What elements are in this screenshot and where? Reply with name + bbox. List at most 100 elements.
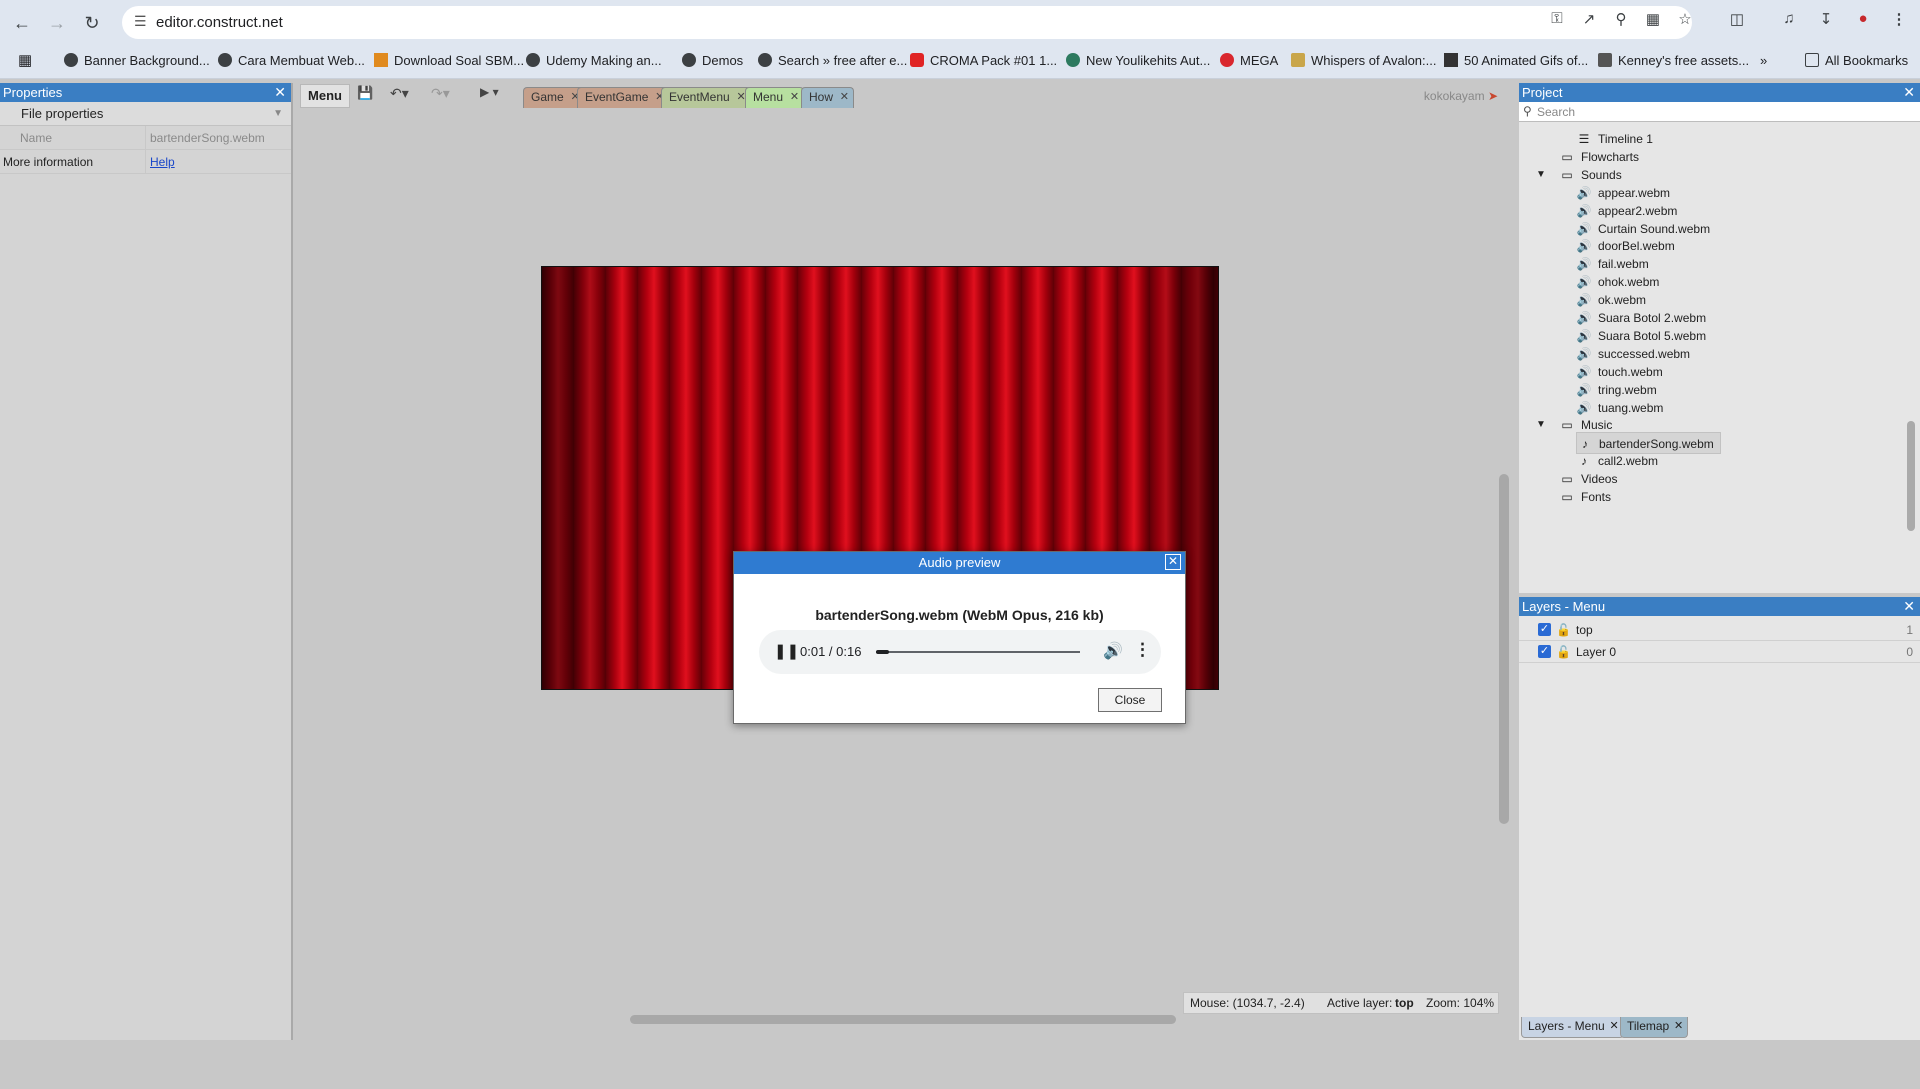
tab-eventmenu[interactable]: EventMenu ✕ [661, 87, 751, 108]
construct-editor: Properties ✕ File properties ▼ Name bart… [0, 79, 1920, 1040]
close-button[interactable]: Close [1098, 688, 1162, 712]
tree-item-label: appear.webm [1598, 185, 1671, 200]
more-bookmarks-button[interactable]: » [1760, 53, 1767, 68]
folder-icon [1805, 53, 1819, 67]
back-icon[interactable]: ← [10, 11, 34, 35]
bookmark-item[interactable]: MEGA [1220, 53, 1278, 68]
tab-menu[interactable]: Menu ✕ [745, 87, 805, 108]
tab-layers-menu[interactable]: Layers - Menu ✕ [1521, 1017, 1624, 1038]
download-icon[interactable]: ↧ [1815, 10, 1837, 28]
close-icon[interactable]: ✕ [790, 88, 799, 107]
bookmark-item[interactable]: Banner Background... [64, 53, 210, 68]
tree-item-label: touch.webm [1598, 364, 1663, 379]
forward-icon[interactable]: → [45, 11, 69, 35]
canvas-vertical-scrollbar[interactable] [1497, 189, 1511, 1089]
user-account[interactable]: kokokayam ➤ [1424, 89, 1498, 103]
visibility-checkbox[interactable]: ✓ [1538, 645, 1551, 658]
expand-arrow-icon[interactable]: ▼ [1536, 164, 1546, 186]
bookmark-item[interactable]: Cara Membuat Web... [218, 53, 365, 68]
youtube-icon [910, 53, 924, 67]
media-control-icon[interactable]: ♫ [1778, 10, 1800, 27]
close-icon[interactable]: ✕ [1903, 597, 1915, 616]
lock-icon[interactable]: 🔓 [1556, 641, 1571, 663]
active-layer-value: top [1395, 996, 1414, 1010]
undo-icon[interactable]: ↶▾ [390, 85, 409, 102]
bookmark-item[interactable]: Kenney's free assets... [1598, 53, 1749, 68]
help-link[interactable]: Help [150, 155, 175, 169]
project-tree-item[interactable]: ▭ Fonts [1559, 486, 1611, 508]
project-scrollbar[interactable] [1907, 131, 1917, 579]
browser-menu-icon[interactable]: ⋮ [1888, 10, 1910, 28]
reload-icon[interactable]: ↻ [80, 11, 104, 35]
tree-item-label: Sounds [1581, 167, 1622, 182]
close-icon[interactable]: ✕ [1674, 1017, 1683, 1036]
save-icon[interactable]: 💾 [357, 85, 373, 101]
tab-tilemap[interactable]: Tilemap ✕ [1620, 1017, 1689, 1038]
layers-panel: Layers - Menu ✕ ✓ 🔓 top 1 ✓ 🔓 Layer 0 0 [1519, 597, 1920, 1040]
seek-bar[interactable] [876, 650, 1080, 654]
bookmark-item[interactable]: Download Soal SBM... [374, 53, 524, 68]
bookmark-item[interactable]: Search » free after e... [758, 53, 907, 68]
more-options-icon[interactable]: ⋮ [1134, 640, 1151, 660]
bookmark-star-icon[interactable]: ☆ [1674, 10, 1696, 28]
playback-time: 0:01 / 0:16 [800, 644, 862, 659]
close-icon[interactable]: ✕ [1165, 554, 1181, 570]
bookmark-item[interactable]: Whispers of Avalon:... [1291, 53, 1437, 68]
site-info-icon[interactable]: ☰ [134, 13, 147, 30]
profile-avatar-icon[interactable]: ● [1852, 10, 1874, 27]
bookmark-item[interactable]: 50 Animated Gifs of... [1444, 53, 1588, 68]
extensions-icon[interactable]: ◫ [1726, 10, 1748, 28]
leaf-icon [1066, 53, 1080, 67]
audio-preview-dialog: Audio preview ✕ bartenderSong.webm (WebM… [733, 551, 1186, 724]
project-search[interactable]: ⚲ Search [1519, 102, 1920, 122]
kenney-icon [1598, 53, 1612, 67]
tab-how[interactable]: How ✕ [801, 87, 855, 108]
volume-icon[interactable]: 🔊 [1103, 641, 1123, 661]
pause-icon[interactable]: ❚❚ [774, 642, 799, 660]
preview-play-icon[interactable]: ▶ ▾ [480, 85, 499, 99]
scroll-thumb[interactable] [1499, 474, 1509, 824]
close-icon[interactable]: ✕ [1903, 83, 1915, 102]
file-properties-section[interactable]: File properties ▼ [0, 102, 291, 126]
tree-item-label: doorBel.webm [1598, 239, 1675, 254]
layer-row-layer0[interactable]: ✓ 🔓 Layer 0 0 [1519, 641, 1920, 663]
close-icon[interactable]: ✕ [274, 83, 286, 102]
folder-icon: ▭ [1561, 490, 1573, 504]
all-bookmarks-button[interactable]: All Bookmarks [1805, 53, 1908, 68]
tab-eventgame[interactable]: EventGame ✕ [577, 87, 670, 108]
main-menu-button[interactable]: Menu [300, 84, 350, 108]
tree-item-label: Curtain Sound.webm [1598, 221, 1711, 236]
bookmark-item[interactable]: New Youlikehits Aut... [1066, 53, 1210, 68]
collapse-arrow-icon[interactable]: ▼ [273, 102, 283, 126]
canvas-horizontal-scrollbar[interactable] [298, 1012, 1496, 1026]
properties-panel: Properties ✕ File properties ▼ Name bart… [0, 83, 293, 1040]
scroll-thumb[interactable] [630, 1015, 1176, 1024]
tree-item-label: appear2.webm [1598, 203, 1678, 218]
zoom-level: Zoom: 104% [1426, 996, 1495, 1010]
redo-icon[interactable]: ↷▾ [431, 85, 450, 102]
tree-item-label: ok.webm [1598, 293, 1647, 308]
expand-arrow-icon[interactable]: ▼ [1536, 414, 1546, 436]
close-icon[interactable]: ✕ [840, 88, 849, 107]
globe-icon [64, 53, 78, 67]
open-external-icon[interactable]: ↗ [1578, 10, 1600, 28]
zoom-icon[interactable]: ⚲ [1610, 10, 1632, 28]
apps-grid-icon[interactable]: ▦ [18, 51, 32, 69]
scroll-thumb[interactable] [1907, 421, 1915, 531]
bookmark-item[interactable]: Demos [682, 53, 743, 68]
address-bar[interactable]: ☰ editor.construct.net [122, 6, 1692, 39]
tab-game[interactable]: Game ✕ [523, 87, 585, 108]
lock-icon[interactable]: 🔓 [1556, 619, 1571, 641]
bookmark-item[interactable]: Udemy Making an... [526, 53, 662, 68]
close-icon[interactable]: ✕ [1609, 1017, 1618, 1036]
property-row-more-info: More information Help [0, 150, 291, 174]
bookmark-item[interactable]: CROMA Pack #01 1... [910, 53, 1057, 68]
password-key-icon[interactable]: ⚿ [1546, 10, 1568, 27]
search-input[interactable]: Search [1537, 105, 1575, 119]
url-text[interactable]: editor.construct.net [156, 14, 283, 31]
layer-row-top[interactable]: ✓ 🔓 top 1 [1519, 619, 1920, 641]
visibility-checkbox[interactable]: ✓ [1538, 623, 1551, 636]
install-app-icon[interactable]: ▦ [1642, 10, 1664, 28]
flask-icon [374, 53, 388, 67]
audio-player: ❚❚ 0:01 / 0:16 🔊 ⋮ [759, 630, 1161, 674]
